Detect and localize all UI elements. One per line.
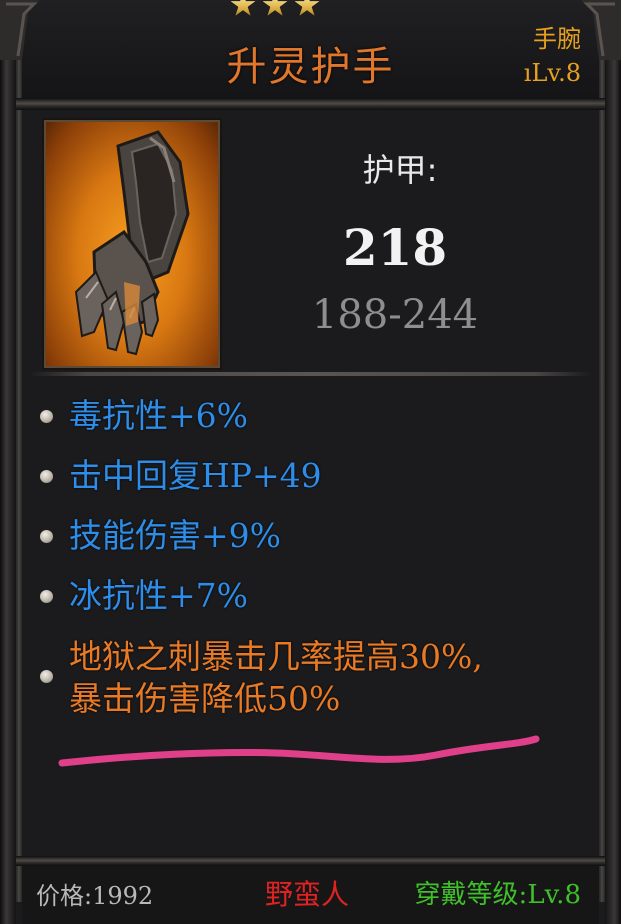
level-requirement: 穿戴等级:Lv.8 [415, 874, 581, 911]
frame-inner-right [599, 18, 605, 902]
affix-text: 毒抗性+6% [69, 396, 249, 435]
affix-bullet-icon [40, 590, 53, 603]
annotation-underline [58, 735, 540, 767]
affix-bullet-icon [40, 470, 53, 483]
star-icon [230, 0, 256, 16]
affix-bullet-icon [40, 670, 53, 683]
affix-text: 技能伤害+9% [69, 516, 282, 555]
stats-divider [30, 372, 591, 376]
affix-line: 技能伤害+9% [40, 515, 581, 557]
legendary-affix-line: 地狱之刺暴击几率提高30%, 暴击伤害降低50% [40, 636, 581, 720]
price-value: 1992 [92, 882, 154, 910]
affix-text: 击中回复HP+49 [69, 456, 322, 495]
armor-value: 218 [342, 218, 448, 277]
frame-inner-left [16, 18, 22, 902]
affix-bullet-icon [40, 410, 53, 423]
item-tooltip: 升灵护手 手腕 ıLv.8 护甲: 218 188-244 毒抗性+6% 击中回… [0, 0, 621, 924]
armor-label: 护甲: [362, 151, 438, 189]
item-slot-info: 手腕 ıLv.8 [524, 22, 581, 90]
level-requirement-label: 穿戴等级: [414, 880, 528, 910]
price-label: 价格: [36, 882, 93, 910]
affix-line: 毒抗性+6% [40, 395, 581, 437]
item-slot: 手腕 [533, 25, 581, 53]
item-level: ıLv.8 [523, 59, 581, 87]
header-divider [16, 98, 605, 110]
level-requirement-value: Lv.8 [527, 880, 581, 910]
legendary-affix-line-2: 暴击伤害降低50% [69, 679, 341, 718]
frame-border-right [605, 0, 621, 924]
price: 价格:1992 [36, 876, 153, 911]
star-icon [262, 0, 288, 16]
rarity-stars [230, 0, 330, 22]
armor-range: 188-244 [311, 292, 479, 338]
legendary-affix-line-1: 地狱之刺暴击几率提高30%, [69, 637, 483, 676]
star-icon [294, 0, 320, 16]
affix-bullet-icon [40, 530, 53, 543]
footer-divider [16, 856, 605, 866]
item-portrait [44, 120, 220, 368]
affix-text: 冰抗性+7% [69, 576, 249, 615]
class-requirement: 野蛮人 [265, 878, 350, 911]
legendary-affix-text: 地狱之刺暴击几率提高30%, 暴击伤害降低50% [69, 636, 483, 720]
frame-border-left [0, 0, 16, 924]
affix-line: 击中回复HP+49 [40, 455, 581, 497]
affix-line: 冰抗性+7% [40, 575, 581, 617]
gauntlet-icon [74, 130, 190, 356]
